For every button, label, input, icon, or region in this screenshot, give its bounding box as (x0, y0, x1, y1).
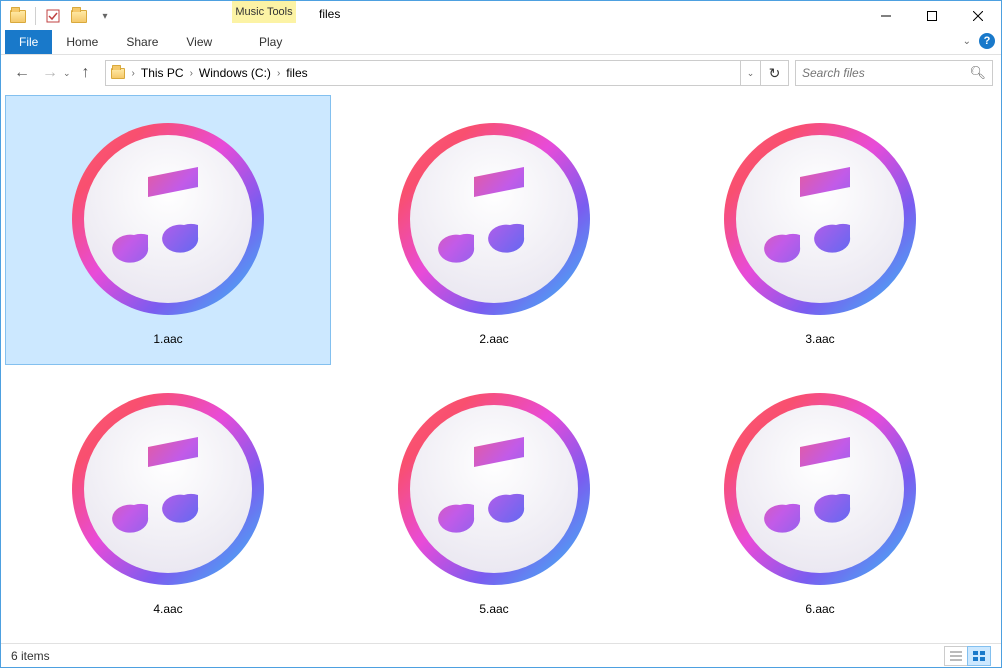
ribbon-tabs: File Home Share View Play ⌄ ? (1, 31, 1001, 55)
status-bar: 6 items (1, 643, 1001, 667)
address-dropdown-icon[interactable]: ⌄ (740, 61, 760, 85)
large-icons-view-button[interactable] (967, 646, 991, 666)
context-tab-group-label: Music Tools (232, 1, 296, 23)
status-item-count: 6 items (11, 649, 50, 663)
file-item[interactable]: 2.aac (331, 95, 657, 365)
tab-view[interactable]: View (172, 30, 226, 54)
file-item[interactable]: 5.aac (331, 365, 657, 635)
file-item[interactable]: 3.aac (657, 95, 983, 365)
file-label: 1.aac (153, 332, 182, 346)
file-label: 3.aac (805, 332, 834, 346)
search-icon[interactable]: 🔍︎ (969, 65, 986, 81)
breadcrumb[interactable]: files (282, 61, 311, 85)
music-file-icon (63, 384, 273, 594)
search-input[interactable] (802, 66, 969, 80)
file-item[interactable]: 4.aac (5, 365, 331, 635)
tab-home[interactable]: Home (52, 30, 112, 54)
content-pane[interactable]: 1.aac 2.aac 3.aac 4.aac 5.aac 6.aac (1, 91, 1001, 643)
up-button[interactable]: ↑ (73, 60, 99, 86)
file-tab[interactable]: File (5, 30, 52, 54)
music-file-icon (389, 384, 599, 594)
music-file-icon (389, 114, 599, 324)
tab-share[interactable]: Share (112, 30, 172, 54)
breadcrumb-sep-icon[interactable]: › (130, 68, 137, 79)
tab-play[interactable]: Play (245, 30, 296, 54)
music-file-icon (715, 384, 925, 594)
file-label: 2.aac (479, 332, 508, 346)
ribbon-collapse-chevron-icon[interactable]: ⌄ (963, 36, 971, 47)
help-icon[interactable]: ? (979, 33, 995, 49)
search-box[interactable]: 🔍︎ (795, 60, 993, 86)
file-label: 6.aac (805, 602, 834, 616)
breadcrumb[interactable]: Windows (C:) (195, 61, 275, 85)
maximize-button[interactable] (909, 1, 955, 31)
items-grid: 1.aac 2.aac 3.aac 4.aac 5.aac 6.aac (5, 95, 997, 635)
qat-properties-icon[interactable] (42, 5, 64, 27)
qat-separator (35, 7, 36, 25)
file-item[interactable]: 6.aac (657, 365, 983, 635)
file-label: 5.aac (479, 602, 508, 616)
history-chevron-icon[interactable]: ⌄ (63, 68, 71, 79)
view-toggles (945, 646, 991, 666)
breadcrumb[interactable]: This PC (137, 61, 188, 85)
refresh-button[interactable]: ↻ (760, 61, 788, 85)
breadcrumb-sep-icon[interactable]: › (188, 68, 195, 79)
back-button[interactable]: ← (9, 60, 35, 86)
file-explorer-window: ▾ Music Tools files File Home Share View… (0, 0, 1002, 668)
details-view-button[interactable] (944, 646, 968, 666)
minimize-button[interactable] (863, 1, 909, 31)
qat-new-folder-icon[interactable] (68, 5, 90, 27)
music-file-icon (715, 114, 925, 324)
window-title: files (319, 7, 340, 21)
close-button[interactable] (955, 1, 1001, 31)
address-bar[interactable]: › This PC › Windows (C:) › files ⌄ ↻ (105, 60, 789, 86)
breadcrumb-sep-icon[interactable]: › (275, 68, 282, 79)
qat-customize-chevron-icon[interactable]: ▾ (94, 5, 116, 27)
window-controls (863, 1, 1001, 31)
file-item[interactable]: 1.aac (5, 95, 331, 365)
address-folder-icon[interactable] (106, 68, 130, 79)
navigation-bar: ← → ⌄ ↑ › This PC › Windows (C:) › files… (1, 55, 1001, 91)
title-bar: ▾ Music Tools files (1, 1, 1001, 31)
music-file-icon (63, 114, 273, 324)
quick-access-toolbar: ▾ (1, 1, 116, 31)
file-label: 4.aac (153, 602, 182, 616)
qat-folder-icon[interactable] (7, 5, 29, 27)
forward-button[interactable]: → (37, 60, 63, 86)
